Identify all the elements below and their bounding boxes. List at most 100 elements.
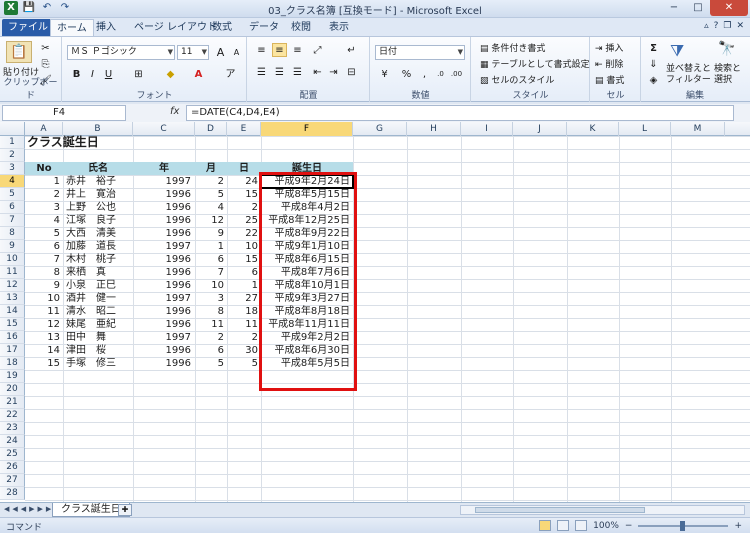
cell-name[interactable]: 妹尾 亜紀 [66,318,133,331]
name-box[interactable]: F4 [2,105,126,121]
cell-year[interactable]: 1996 [133,344,191,357]
cell-area[interactable]: クラス誕生日 No 氏名 年 月 日 誕生日 1 赤井 裕子 1997 2 24 平成9年… [25,136,750,502]
grow-font-icon[interactable]: A [213,45,228,59]
cell-no[interactable]: 1 [25,175,60,188]
cell-day[interactable]: 15 [227,253,258,266]
row-header[interactable]: 27 [0,474,25,487]
currency-icon[interactable]: ¥ [377,67,392,81]
cell-no[interactable]: 13 [25,331,60,344]
page-break-view-icon[interactable] [575,520,588,531]
tab-review[interactable]: 校閲 [285,19,317,36]
cell-styles-button[interactable]: ▧ セルのスタイル [480,73,554,86]
column-header-m[interactable]: M [671,122,725,136]
row-header[interactable]: 9 [0,240,25,253]
cell-birthday[interactable]: 平成8年5月5日 [261,357,350,370]
cell-birthday[interactable]: 平成8年6月15日 [261,253,350,266]
insert-cells-button[interactable]: ⇥ 挿入 [595,41,623,54]
normal-view-icon[interactable] [539,520,552,531]
align-middle-icon[interactable]: ≡ [272,43,287,57]
fill-icon[interactable]: ⇓ [646,57,661,71]
worksheet-grid[interactable]: A B C D E F G H I J K L M 1 2 3 4 5 6 7 8 9 10 11 1… [0,122,750,502]
close-button[interactable]: ✕ [710,0,748,16]
formula-input[interactable]: =DATE(C4,D4,E4) [186,105,734,121]
zoom-level[interactable]: 100% [593,521,619,531]
cell-no[interactable]: 11 [25,305,60,318]
cell-birthday[interactable]: 平成9年1月10日 [261,240,350,253]
cell-year[interactable]: 1996 [133,357,191,370]
cell-year[interactable]: 1996 [133,188,191,201]
row-header[interactable]: 2 [0,149,25,162]
format-as-table-button[interactable]: ▦ テーブルとして書式設定 [480,57,590,70]
row-header[interactable]: 12 [0,279,25,292]
zoom-slider[interactable] [638,520,729,531]
cut-icon[interactable]: ✂ [38,41,53,55]
row-header[interactable]: 21 [0,396,25,409]
cell-name[interactable]: 酒井 健一 [66,292,133,305]
cell-name[interactable]: 津田 桜 [66,344,133,357]
cell-name[interactable]: 田中 舞 [66,331,133,344]
cell-no[interactable]: 9 [25,279,60,292]
row-header[interactable]: 6 [0,201,25,214]
row-header[interactable]: 8 [0,227,25,240]
cell-no[interactable]: 7 [25,253,60,266]
row-header[interactable]: 28 [0,487,25,500]
cell-name[interactable]: 赤井 裕子 [66,175,133,188]
maximize-button[interactable]: □ [686,0,710,16]
clear-icon[interactable]: ◈ [646,73,661,87]
row-header[interactable]: 4 [0,175,25,188]
borders-icon[interactable]: ⊞ [131,67,146,81]
cell-year[interactable]: 1997 [133,331,191,344]
align-top-icon[interactable]: ≡ [254,43,269,57]
cell-year[interactable]: 1996 [133,253,191,266]
page-layout-view-icon[interactable] [557,520,570,531]
font-size-combo[interactable]: 11 ▼ [177,45,209,60]
horizontal-scrollbar[interactable] [460,505,745,515]
row-header[interactable]: 16 [0,331,25,344]
row-header[interactable]: 5 [0,188,25,201]
cell-day[interactable]: 15 [227,188,258,201]
format-cells-button[interactable]: ▤ 書式 [595,73,624,86]
cell-birthday[interactable]: 平成9年2月24日 [261,175,350,188]
zoom-in-button[interactable]: + [734,521,742,531]
cell-month[interactable]: 2 [195,331,224,344]
cell-name[interactable]: 小泉 正巳 [66,279,133,292]
conditional-formatting-button[interactable]: ▤ 条件付き書式 [480,41,545,54]
cell-no[interactable]: 5 [25,227,60,240]
row-header[interactable]: 19 [0,370,25,383]
row-header[interactable]: 17 [0,344,25,357]
filter-label[interactable]: フィルター [666,72,711,85]
cell-birthday[interactable]: 平成8年5月15日 [261,188,350,201]
row-header[interactable]: 3 [0,162,25,175]
row-header[interactable]: 1 [0,136,25,149]
cell-no[interactable]: 4 [25,214,60,227]
cell-year[interactable]: 1996 [133,279,191,292]
zoom-slider-thumb[interactable] [680,520,686,531]
comma-icon[interactable]: , [417,67,432,81]
help-icon[interactable]: ? [714,21,719,31]
cell-day[interactable]: 25 [227,214,258,227]
column-header-i[interactable]: I [461,122,513,136]
row-header[interactable]: 11 [0,266,25,279]
percent-icon[interactable]: % [399,67,414,81]
minimize-ribbon-icon[interactable]: ▵ [704,21,709,31]
cell-month[interactable]: 4 [195,201,224,214]
cell-name[interactable]: 江塚 良子 [66,214,133,227]
cell-year[interactable]: 1996 [133,305,191,318]
cell-year[interactable]: 1996 [133,266,191,279]
cell-day[interactable]: 2 [227,331,258,344]
bold-button[interactable]: B [69,67,84,81]
cell-birthday[interactable]: 平成8年7月6日 [261,266,350,279]
tab-view[interactable]: 表示 [323,19,355,36]
font-name-combo[interactable]: ＭＳ Ｐゴシック ▼ [67,45,175,60]
orientation-icon[interactable]: ⤢ [310,43,325,57]
cell-no[interactable]: 15 [25,357,60,370]
autosum-icon[interactable]: Σ [646,41,661,55]
cell-birthday[interactable]: 平成8年8月18日 [261,305,350,318]
cell-day[interactable]: 10 [227,240,258,253]
cell-month[interactable]: 5 [195,188,224,201]
cell-month[interactable]: 6 [195,253,224,266]
row-header[interactable]: 26 [0,461,25,474]
cell-birthday[interactable]: 平成9年3月27日 [261,292,350,305]
tab-insert[interactable]: 挿入 [90,19,122,36]
insert-function-icon[interactable]: fx [170,106,179,117]
